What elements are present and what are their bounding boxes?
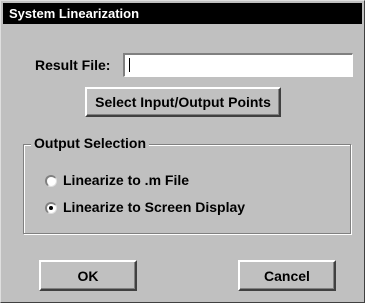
result-file-label: Result File: <box>35 57 111 73</box>
linearize-to-m-file-radio[interactable] <box>45 175 57 187</box>
window-title: System Linearization <box>3 3 362 24</box>
linearize-to-screen-display-label[interactable]: Linearize to Screen Display <box>63 199 245 215</box>
linearize-to-m-file-label[interactable]: Linearize to .m File <box>63 172 189 188</box>
radio-selected-dot <box>49 206 53 210</box>
output-selection-group <box>23 144 351 234</box>
system-linearization-dialog: System Linearization Result File: Select… <box>0 0 365 303</box>
ok-button[interactable]: OK <box>39 260 137 291</box>
linearize-to-screen-display-radio[interactable] <box>45 202 57 214</box>
cancel-button[interactable]: Cancel <box>238 260 336 291</box>
result-file-input[interactable] <box>123 53 353 77</box>
select-input-output-points-button[interactable]: Select Input/Output Points <box>85 87 281 117</box>
text-caret <box>129 58 130 72</box>
output-selection-title: Output Selection <box>31 135 149 151</box>
